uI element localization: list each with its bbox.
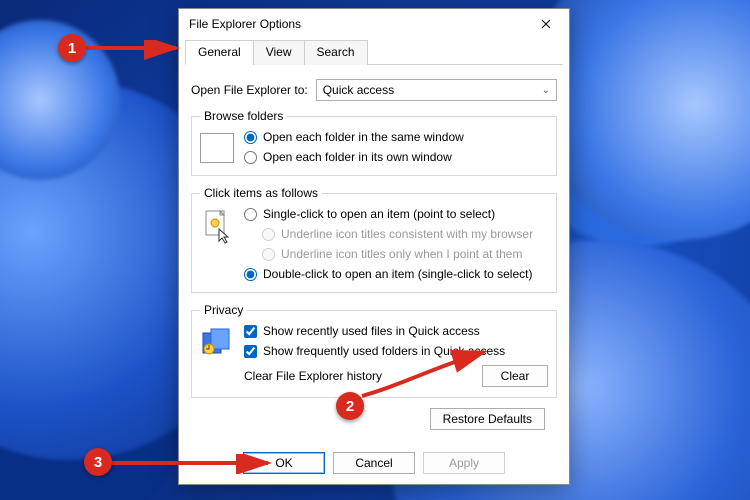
radio-double-click-input[interactable] — [244, 268, 257, 281]
desktop-background: File Explorer Options General View Searc… — [0, 0, 750, 500]
click-items-icon — [200, 208, 234, 246]
tab-strip: General View Search — [185, 39, 563, 65]
tab-view[interactable]: View — [253, 40, 305, 65]
check-recent-files[interactable]: Show recently used files in Quick access — [244, 323, 505, 339]
radio-single-click[interactable]: Single-click to open an item (point to s… — [244, 206, 533, 222]
annotation-arrow-3 — [112, 454, 278, 474]
browse-folders-legend: Browse folders — [200, 109, 287, 123]
tab-general[interactable]: General — [185, 40, 254, 65]
combo-value: Quick access — [323, 83, 394, 97]
open-file-explorer-to-combo[interactable]: Quick access ⌄ — [316, 79, 557, 101]
annotation-step-3: 3 — [84, 448, 112, 476]
file-explorer-options-dialog: File Explorer Options General View Searc… — [178, 8, 570, 485]
open-file-explorer-to-label: Open File Explorer to: — [191, 83, 308, 97]
click-items-legend: Click items as follows — [200, 186, 322, 200]
click-items-group: Click items as follows Single- — [191, 186, 557, 293]
check-recent-files-input[interactable] — [244, 325, 257, 338]
check-frequent-folders-input[interactable] — [244, 345, 257, 358]
annotation-step-2: 2 — [336, 392, 364, 420]
window-title: File Explorer Options — [189, 17, 529, 31]
radio-underline-point-input — [262, 248, 275, 261]
apply-button: Apply — [423, 452, 505, 474]
restore-defaults-button[interactable]: Restore Defaults — [430, 408, 545, 430]
radio-single-click-input[interactable] — [244, 208, 257, 221]
tab-search[interactable]: Search — [304, 40, 368, 65]
radio-underline-browser: Underline icon titles consistent with my… — [262, 226, 533, 242]
radio-own-window-input[interactable] — [244, 151, 257, 164]
radio-double-click[interactable]: Double-click to open an item (single-cli… — [244, 266, 533, 282]
radio-same-window-input[interactable] — [244, 131, 257, 144]
browse-folders-group: Browse folders Open each folder in the s… — [191, 109, 557, 176]
chevron-down-icon: ⌄ — [542, 85, 550, 96]
titlebar: File Explorer Options — [179, 9, 569, 39]
radio-own-window[interactable]: Open each folder in its own window — [244, 149, 464, 165]
radio-same-window[interactable]: Open each folder in the same window — [244, 129, 464, 145]
radio-underline-point: Underline icon titles only when I point … — [262, 246, 533, 262]
privacy-icon — [200, 325, 234, 359]
cancel-button[interactable]: Cancel — [333, 452, 415, 474]
browse-folders-icon — [200, 133, 234, 163]
annotation-arrow-2 — [358, 346, 498, 402]
radio-underline-browser-input — [262, 228, 275, 241]
close-icon — [541, 19, 551, 29]
privacy-legend: Privacy — [200, 303, 247, 317]
annotation-step-1: 1 — [58, 34, 86, 62]
annotation-arrow-1 — [86, 40, 186, 62]
close-button[interactable] — [529, 13, 563, 35]
